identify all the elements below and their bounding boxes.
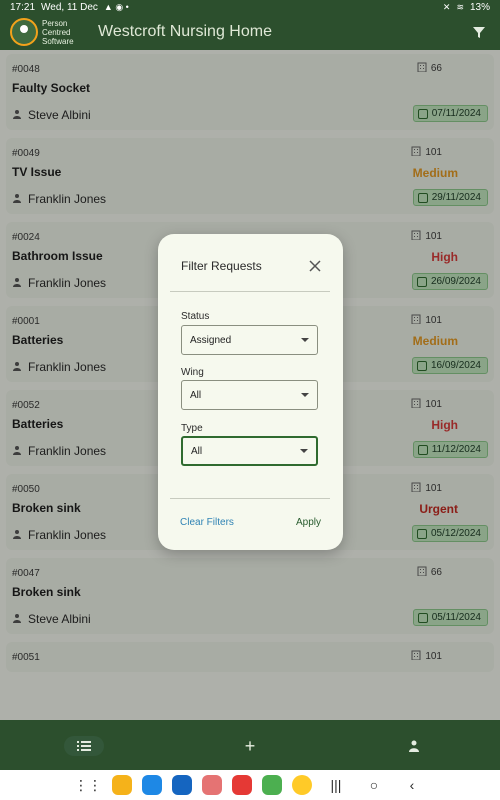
type-label: Type <box>181 423 203 434</box>
dialog-title: Filter Requests <box>181 259 262 273</box>
logo-line-2: Centred <box>42 27 71 37</box>
apps-grid-icon[interactable]: ⋮⋮ <box>74 777 102 794</box>
logo-mark-icon <box>10 18 38 46</box>
wifi-icon: ≋ <box>456 1 464 12</box>
logo-text: Person Centred Software <box>42 19 74 46</box>
status-bar: 17:21 Wed, 11 Dec ▲ ◉ • ✕ ≋ 13% <box>0 0 500 14</box>
bottom-navigation: + <box>0 720 500 770</box>
list-icon <box>77 741 91 751</box>
back-icon[interactable]: ‹ <box>398 777 426 793</box>
page-title: Westcroft Nursing Home <box>98 23 272 40</box>
dialog-divider-top <box>170 291 330 292</box>
chevron-down-icon <box>301 393 309 397</box>
battery-percent: 13% <box>469 1 490 13</box>
notification-icons: ▲ ◉ • <box>103 1 129 12</box>
apply-button[interactable]: Apply <box>296 517 321 528</box>
filter-icon[interactable] <box>468 21 490 43</box>
dialog-divider-bottom <box>170 498 330 499</box>
status-select[interactable]: Assigned <box>181 325 318 355</box>
close-icon[interactable] <box>307 258 323 274</box>
user-icon[interactable] <box>404 736 424 756</box>
app-bar: Person Centred Software Westcroft Nursin… <box>0 14 500 50</box>
recents-icon[interactable]: ||| <box>322 777 350 793</box>
logo-line-3: Software <box>42 36 74 46</box>
drive-app-icon[interactable] <box>262 775 282 795</box>
status-value: Assigned <box>190 334 232 346</box>
clear-filters-button[interactable]: Clear Filters <box>180 517 234 528</box>
logo-line-1: Person <box>42 18 68 28</box>
wing-value: All <box>190 389 202 401</box>
chrome-app-icon[interactable] <box>292 775 312 795</box>
camera-app-icon[interactable] <box>232 775 252 795</box>
status-date: Wed, 11 Dec <box>41 1 98 13</box>
status-label: Status <box>181 311 210 322</box>
app-logo: Person Centred Software <box>10 16 90 48</box>
wing-select[interactable]: All <box>181 380 318 410</box>
type-value: All <box>191 445 203 457</box>
messages-app-icon[interactable] <box>172 775 192 795</box>
mute-icon: ✕ <box>442 1 451 12</box>
type-select[interactable]: All <box>181 436 318 466</box>
chevron-down-icon <box>301 338 309 342</box>
files-app-icon[interactable] <box>112 775 132 795</box>
list-tab[interactable] <box>64 736 104 756</box>
android-navigation-bar: ⋮⋮ ||| ○ ‹ <box>0 770 500 800</box>
filter-dialog: Filter Requests Status Assigned Wing All… <box>158 234 343 550</box>
calendar-app-icon[interactable] <box>142 775 162 795</box>
home-icon[interactable]: ○ <box>360 777 388 793</box>
chevron-down-icon <box>300 449 308 453</box>
add-icon[interactable]: + <box>240 736 260 756</box>
wing-label: Wing <box>181 367 204 378</box>
contacts-app-icon[interactable] <box>202 775 222 795</box>
status-time: 17:21 <box>10 1 36 13</box>
